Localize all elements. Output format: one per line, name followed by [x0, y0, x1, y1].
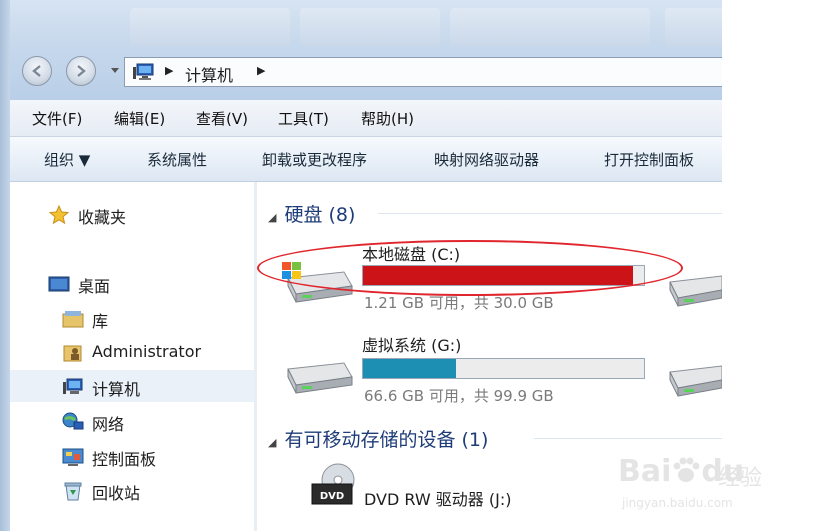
forward-button[interactable] [66, 56, 96, 86]
title-bar: ▶ 计算机 ▶ [0, 0, 722, 100]
nav-label: 收藏夹 [78, 208, 127, 227]
desktop-icon [48, 276, 70, 292]
highlight-ellipse [257, 240, 683, 296]
command-bar: 组织 ▼ 系统属性 卸载或更改程序 映射网络驱动器 打开控制面板 [10, 137, 722, 182]
map-network-drive-button[interactable]: 映射网络驱动器 [434, 149, 539, 170]
menu-edit[interactable]: 编辑(E) [114, 108, 165, 129]
group-title: 有可移动存储的设备 (1) [284, 429, 489, 451]
drive-usage-fill [363, 359, 456, 378]
menu-tools[interactable]: 工具(T) [278, 108, 329, 129]
uninstall-program-button[interactable]: 卸载或更改程序 [262, 149, 367, 170]
address-bar[interactable]: ▶ 计算机 ▶ [124, 57, 722, 87]
nav-label: 回收站 [92, 484, 141, 503]
nav-label: 计算机 [92, 380, 141, 399]
watermark-jingyan: 经验 [718, 466, 763, 491]
menu-help[interactable]: 帮助(H) [361, 108, 414, 129]
watermark-url: jingyan.baidu.com [622, 496, 733, 510]
drive-usage-bar [362, 358, 645, 379]
nav-label: Administrator [92, 342, 202, 361]
user-folder-icon [63, 345, 82, 362]
blurred-tab [450, 8, 650, 46]
dvd-drive-icon: DVD [311, 463, 355, 505]
computer-icon [63, 378, 83, 394]
hard-drive-icon [287, 362, 353, 394]
blurred-tab [130, 8, 290, 46]
hard-drive-icon[interactable] [664, 358, 722, 398]
forward-arrow-icon [77, 65, 86, 77]
drive-label: 虚拟系统 (G:) [362, 336, 462, 355]
star-icon [48, 204, 70, 225]
nav-label: 桌面 [78, 277, 111, 296]
computer-icon [133, 63, 154, 80]
group-header-removable[interactable]: ◢ 有可移动存储的设备 (1) [268, 425, 488, 452]
baidu-watermark: Bai du 经验 jingyan.baidu.com [618, 438, 768, 518]
nav-label: 控制面板 [92, 450, 157, 469]
dvd-badge: DVD [320, 491, 344, 502]
blurred-tab [665, 8, 722, 46]
window-frame [0, 0, 10, 531]
breadcrumb-computer[interactable]: 计算机 [185, 62, 233, 86]
breadcrumb-separator-icon[interactable]: ▶ [257, 64, 265, 77]
menu-file[interactable]: 文件(F) [32, 108, 82, 129]
system-properties-button[interactable]: 系统属性 [147, 149, 207, 170]
paw-icon [673, 457, 700, 482]
collapse-triangle-icon[interactable]: ◢ [268, 211, 276, 224]
group-title: 硬盘 (8) [284, 204, 356, 226]
breadcrumb-separator-icon[interactable]: ▶ [165, 64, 173, 77]
blurred-tab [300, 8, 440, 46]
nav-label: 库 [92, 312, 109, 331]
recent-pages-dropdown-icon[interactable] [110, 67, 120, 75]
menu-bar: 文件(F) 编辑(E) 查看(V) 工具(T) 帮助(H) [10, 100, 722, 137]
organize-button[interactable]: 组织 ▼ [44, 149, 90, 170]
control-panel-icon [62, 448, 84, 466]
back-button[interactable] [22, 56, 52, 86]
collapse-triangle-icon[interactable]: ◢ [268, 436, 276, 449]
open-control-panel-button[interactable]: 打开控制面板 [604, 149, 694, 170]
menu-view[interactable]: 查看(V) [196, 108, 248, 129]
group-header-hard-disks[interactable]: ◢ 硬盘 (8) [268, 200, 355, 227]
recycle-bin-icon [64, 482, 82, 501]
library-icon [62, 311, 84, 328]
group-divider [378, 213, 722, 214]
network-globe-icon [62, 412, 84, 430]
nav-label: 网络 [92, 415, 125, 434]
drive-space-info: 66.6 GB 可用，共 99.9 GB [364, 387, 554, 405]
drive-label: DVD RW 驱动器 (J:) [364, 490, 512, 509]
back-arrow-icon [32, 65, 41, 77]
